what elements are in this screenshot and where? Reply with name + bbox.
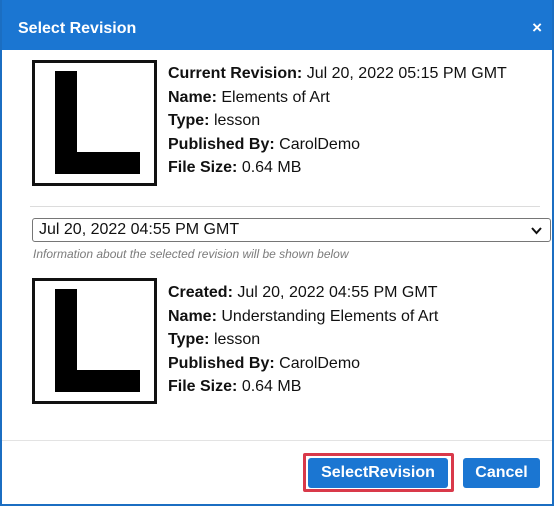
revision-hint: Information about the selected revision …	[33, 247, 349, 261]
selected-name-row: Name: Understanding Elements of Art	[168, 307, 439, 325]
current-revision-info: Current Revision: Jul 20, 2022 05:15 PM …	[168, 63, 507, 181]
revision-select[interactable]: Jul 20, 2022 04:55 PM GMT	[32, 218, 551, 242]
current-name-row: Name: Elements of Art	[168, 88, 330, 106]
current-published-by-row: Published By: CarolDemo	[168, 135, 361, 153]
dialog-titlebar: Select Revision ×	[2, 0, 552, 50]
current-type-row: Type: lesson	[168, 112, 261, 129]
current-revision-row: Current Revision: Jul 20, 2022 05:15 PM …	[168, 65, 507, 82]
selected-created-row: Created: Jul 20, 2022 04:55 PM GMT	[168, 284, 438, 301]
chevron-down-icon	[531, 227, 542, 235]
letter-l-icon	[55, 289, 140, 392]
current-file-size-row: File Size: 0.64 MB	[168, 159, 302, 176]
selected-revision-info: Created: Jul 20, 2022 04:55 PM GMT Name:…	[168, 282, 438, 400]
cancel-button[interactable]: Cancel	[463, 458, 540, 488]
select-revision-button[interactable]: SelectRevision	[308, 458, 448, 488]
current-revision-thumbnail	[32, 60, 157, 186]
revision-select-value: Jul 20, 2022 04:55 PM GMT	[39, 221, 240, 238]
footer-divider	[2, 440, 552, 441]
section-divider	[30, 206, 540, 207]
close-icon[interactable]: ×	[532, 19, 542, 37]
selected-published-by-row: Published By: CarolDemo	[168, 354, 361, 372]
dialog-title: Select Revision	[18, 20, 137, 37]
selected-revision-thumbnail	[32, 278, 157, 404]
letter-l-icon	[55, 71, 140, 174]
select-revision-dialog: Select Revision × Current Revision: Jul …	[0, 0, 554, 506]
selected-file-size-row: File Size: 0.64 MB	[168, 378, 302, 395]
selected-type-row: Type: lesson	[168, 331, 261, 348]
